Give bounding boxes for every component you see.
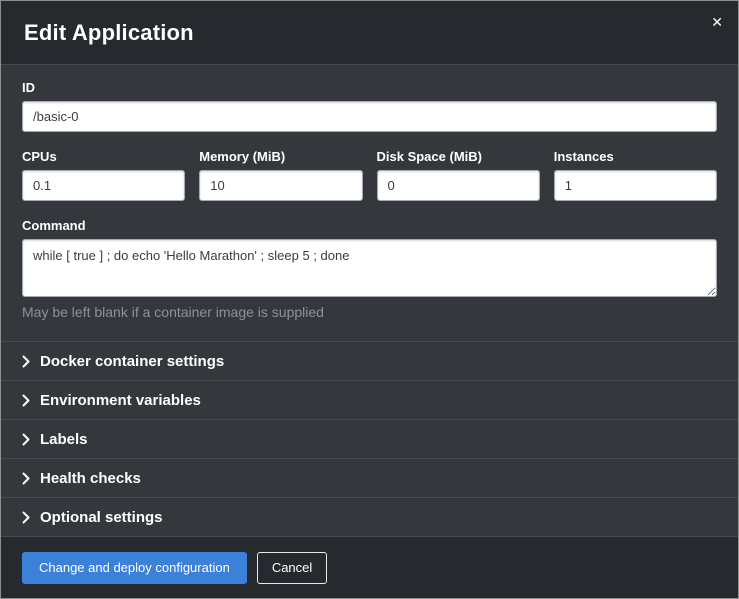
resources-row: CPUs Memory (MiB) Disk Space (MiB) Insta… — [22, 149, 717, 201]
modal-body: ID CPUs Memory (MiB) Disk Space (MiB) In — [1, 65, 738, 536]
change-and-deploy-button[interactable]: Change and deploy configuration — [22, 552, 247, 584]
id-label: ID — [22, 80, 717, 95]
chevron-right-icon — [22, 472, 30, 485]
modal-footer: Change and deploy configuration Cancel — [1, 536, 738, 598]
edit-application-modal: Edit Application ✕ ID CPUs Memory (MiB) … — [0, 0, 739, 599]
close-icon[interactable]: ✕ — [711, 15, 723, 29]
section-health-checks[interactable]: Health checks — [1, 458, 738, 497]
disk-field-group: Disk Space (MiB) — [377, 149, 540, 201]
id-input[interactable] — [22, 101, 717, 132]
chevron-right-icon — [22, 355, 30, 368]
section-label: Optional settings — [40, 509, 163, 526]
collapsible-sections: Docker container settings Environment va… — [1, 341, 738, 536]
command-input[interactable]: while [ true ] ; do echo 'Hello Marathon… — [22, 239, 717, 297]
section-label: Labels — [40, 431, 88, 448]
memory-field-group: Memory (MiB) — [199, 149, 362, 201]
cancel-button[interactable]: Cancel — [257, 552, 327, 584]
section-labels[interactable]: Labels — [1, 419, 738, 458]
modal-title: Edit Application — [24, 20, 194, 46]
memory-label: Memory (MiB) — [199, 149, 362, 164]
chevron-right-icon — [22, 394, 30, 407]
section-environment-variables[interactable]: Environment variables — [1, 380, 738, 419]
command-label: Command — [22, 218, 717, 233]
cpus-field-group: CPUs — [22, 149, 185, 201]
chevron-right-icon — [22, 433, 30, 446]
section-docker-container-settings[interactable]: Docker container settings — [1, 341, 738, 380]
instances-label: Instances — [554, 149, 717, 164]
section-label: Docker container settings — [40, 353, 224, 370]
form-area: ID CPUs Memory (MiB) Disk Space (MiB) In — [1, 65, 738, 337]
command-field-group: Command while [ true ] ; do echo 'Hello … — [22, 218, 717, 320]
instances-input[interactable] — [554, 170, 717, 201]
disk-label: Disk Space (MiB) — [377, 149, 540, 164]
section-optional-settings[interactable]: Optional settings — [1, 497, 738, 536]
cpus-input[interactable] — [22, 170, 185, 201]
id-field-group: ID — [22, 80, 717, 132]
instances-field-group: Instances — [554, 149, 717, 201]
command-help-text: May be left blank if a container image i… — [22, 304, 717, 320]
memory-input[interactable] — [199, 170, 362, 201]
disk-input[interactable] — [377, 170, 540, 201]
cpus-label: CPUs — [22, 149, 185, 164]
section-label: Environment variables — [40, 392, 201, 409]
modal-header: Edit Application ✕ — [1, 1, 738, 65]
section-label: Health checks — [40, 470, 141, 487]
chevron-right-icon — [22, 511, 30, 524]
